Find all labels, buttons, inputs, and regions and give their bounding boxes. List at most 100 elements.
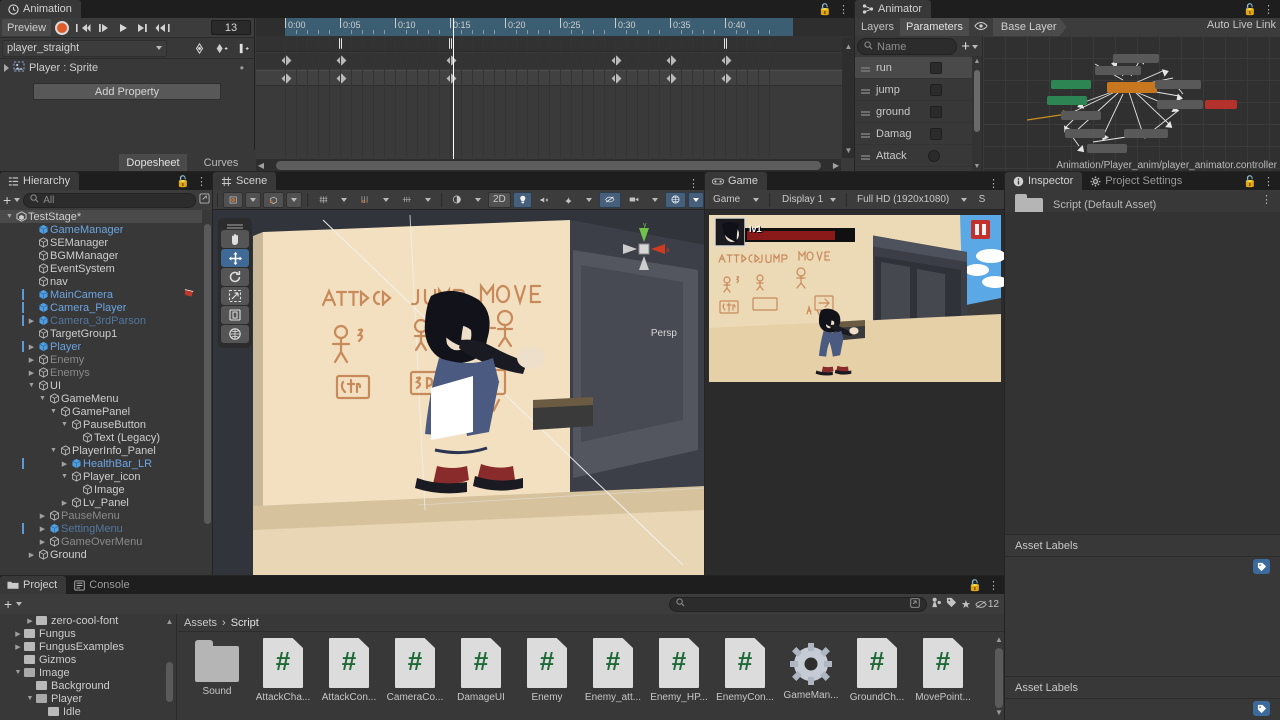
expand-arrow-icon[interactable]: ▶ [59, 499, 70, 507]
expand-arrow-icon[interactable]: ▶ [37, 538, 48, 546]
asset-item[interactable]: # Enemy_HP... [646, 638, 712, 703]
asset-item[interactable]: # Enemy_att... [580, 638, 646, 703]
add-gameobject-button[interactable]: + [3, 193, 11, 207]
project-folder-image[interactable]: ▼ Image [0, 666, 176, 679]
parameter-trigger-radio[interactable] [928, 149, 940, 162]
collapse-arrow-icon[interactable]: ▼ [12, 669, 24, 676]
hierarchy-search-input[interactable]: All [23, 192, 196, 208]
local-global-button[interactable] [262, 191, 284, 208]
project-folder-background[interactable]: Background [0, 679, 176, 692]
asset-item[interactable]: # GroundCh... [844, 638, 910, 703]
panel-menu-icon[interactable]: ⋮ [838, 4, 849, 15]
inspector-context-menu-icon[interactable]: ⋮ [1261, 195, 1272, 206]
asset-item[interactable]: GameMan... [778, 638, 844, 703]
search-mode-icon[interactable] [199, 193, 210, 207]
hierarchy-item-pausebutton[interactable]: ▼ PauseButton [0, 418, 213, 431]
panel-menu-icon[interactable]: ⋮ [1263, 4, 1274, 15]
project-folder-fungus[interactable]: ▶ Fungus [0, 627, 176, 640]
parameter-value-checkbox[interactable] [930, 83, 942, 96]
project-folder-zero-cool-font[interactable]: ▶ zero-cool-font [0, 614, 176, 627]
parameter-value-checkbox[interactable] [930, 127, 942, 140]
expand-arrow-icon[interactable]: ▶ [24, 617, 36, 625]
hierarchy-item-ui[interactable]: ▼ UI [0, 379, 213, 392]
tab-project[interactable]: Project [0, 576, 67, 594]
hierarchy-item-eventsystem[interactable]: EventSystem [0, 262, 213, 275]
hidden-packages-icon[interactable]: 12 [975, 599, 999, 610]
project-asset-grid[interactable]: Sound # AttackCha... # AttackCon... # CameraCo… [178, 632, 993, 720]
state-node[interactable] [1095, 66, 1141, 75]
hierarchy-item-teststage[interactable]: ▼TestStage*⋮ [0, 210, 213, 223]
hierarchy-item-maincamera[interactable]: MainCamera› [0, 288, 213, 301]
tab-project-settings[interactable]: Project Settings [1082, 172, 1192, 190]
hierarchy-item-bgmmanager[interactable]: BGMManager [0, 249, 213, 262]
first-frame-icon[interactable] [73, 19, 92, 36]
parameter-row-attack[interactable]: Attack [855, 145, 982, 167]
move-tool[interactable] [221, 249, 249, 267]
tab-animator[interactable]: Animator [855, 0, 932, 18]
tab-curves[interactable]: Curves [187, 154, 255, 172]
hierarchy-item-gamemanager[interactable]: GameManager› [0, 223, 213, 236]
shading-mode-button[interactable] [446, 192, 468, 208]
hierarchy-item-text-legacy[interactable]: Text (Legacy) [0, 431, 213, 444]
gizmos-dropdown[interactable] [687, 191, 704, 208]
asset-item[interactable]: # Enemy [514, 638, 580, 703]
add-marker-icon[interactable] [232, 39, 254, 58]
resolution-dropdown[interactable]: Full HD (1920x1080) [852, 192, 972, 208]
state-node[interactable] [1065, 129, 1105, 138]
hierarchy-item-camera-3rdparson[interactable]: ▶Camera_3rdParson› [0, 314, 213, 327]
lock-icon[interactable]: 🔓 [818, 3, 832, 16]
timeline-ruler[interactable]: 0:00 0:05 0:10 0:15 0:20 0:25 0:30 0:35 … [256, 18, 855, 36]
grid-snap-button[interactable]: Y [313, 192, 335, 208]
animator-state-graph[interactable]: Animation/Player_anim/player_animator.co… [983, 36, 1280, 172]
tab-dopesheet[interactable]: Dopesheet [119, 154, 187, 172]
hierarchy-item-player[interactable]: ▶Player› [0, 340, 213, 353]
favorite-icon[interactable]: ★ [961, 598, 971, 611]
collapse-arrow-icon[interactable]: ▼ [59, 421, 70, 428]
panel-menu-icon[interactable]: ⋮ [688, 179, 699, 190]
lighting-toggle-button[interactable] [512, 191, 533, 208]
tab-game[interactable]: Game [705, 172, 767, 190]
next-frame-icon[interactable] [133, 19, 152, 36]
tag-icon[interactable] [1253, 559, 1270, 574]
panel-menu-icon[interactable]: ⋮ [988, 580, 999, 591]
preview-button[interactable]: Preview [2, 19, 52, 36]
hierarchy-item-healthbar-lr[interactable]: ▶HealthBar_LR› [0, 457, 213, 470]
shading-mode-dropdown[interactable] [470, 192, 486, 208]
parameters-scrollbar[interactable]: ▲ ▼ [972, 56, 982, 172]
state-node-entry[interactable] [1047, 96, 1087, 105]
expand-arrow-icon[interactable]: ▶ [59, 460, 70, 468]
hierarchy-item-gamemenu[interactable]: ▼ GameMenu [0, 392, 213, 405]
tab-layers[interactable]: Layers [855, 18, 900, 36]
timeline-playhead[interactable] [453, 18, 454, 160]
last-frame-icon[interactable] [153, 19, 172, 36]
hierarchy-item-settingmenu[interactable]: ▶SettingMenu› [0, 522, 213, 535]
expand-arrow-icon[interactable]: ▶ [26, 356, 37, 364]
drag-handle-icon[interactable] [861, 110, 870, 113]
drag-handle-icon[interactable] [861, 154, 870, 157]
collapse-arrow-icon[interactable]: ▼ [48, 447, 59, 454]
rotate-tool[interactable] [221, 268, 249, 286]
expand-arrow-icon[interactable]: ▶ [37, 525, 48, 533]
scene-projection-label[interactable]: Persp [651, 328, 677, 339]
hierarchy-item-pausemenu[interactable]: ▶ PauseMenu [0, 509, 213, 522]
expand-arrow-icon[interactable]: ▶ [26, 369, 37, 377]
collapse-arrow-icon[interactable]: ▼ [48, 408, 59, 415]
asset-item[interactable]: # DamageUI [448, 638, 514, 703]
clip-dropdown[interactable]: player_straight [2, 39, 167, 57]
parameter-value-checkbox[interactable] [930, 105, 942, 118]
tab-scene[interactable]: Scene [213, 172, 277, 190]
display-dropdown[interactable]: Display 1 [775, 192, 841, 208]
lock-icon[interactable]: 🔓 [1243, 175, 1257, 188]
pivot-dropdown[interactable] [244, 191, 261, 208]
state-node-current[interactable] [1107, 82, 1157, 93]
hierarchy-item-camera-player[interactable]: Camera_Player› [0, 301, 213, 314]
grid-axis-dropdown[interactable] [420, 192, 436, 208]
tab-inspector[interactable]: Inspector [1005, 172, 1083, 190]
fx-dropdown[interactable] [581, 192, 597, 208]
scene-viewport[interactable]: y x Persp [213, 210, 705, 576]
event-track[interactable] [256, 36, 855, 52]
asset-item[interactable]: # AttackCha... [250, 638, 316, 703]
drag-handle-icon[interactable] [861, 132, 870, 135]
record-icon[interactable] [55, 20, 70, 35]
parameter-row-run[interactable]: run [855, 57, 982, 79]
